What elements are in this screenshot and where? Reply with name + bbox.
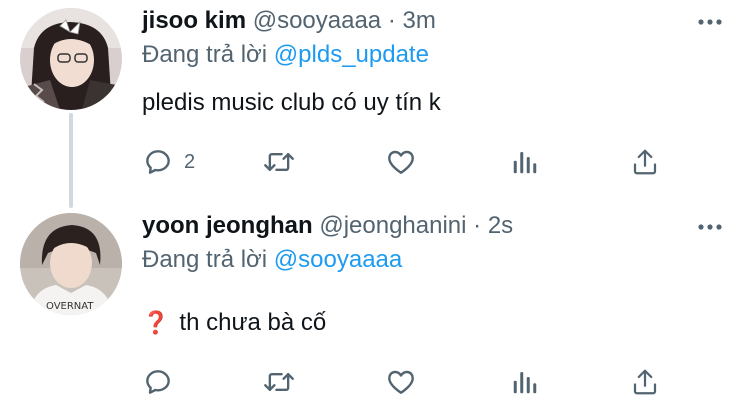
share-icon [633,149,657,175]
reply-button[interactable]: 2 [142,142,195,182]
mention-link[interactable]: @sooyaaaa [274,246,402,273]
avatar[interactable] [20,8,122,110]
reply-button[interactable] [142,362,184,402]
reply-icon [146,150,170,174]
tweet-header: yoon jeonghan @jeonghanini · 2s [142,211,690,241]
timestamp[interactable]: 2s [488,212,513,239]
analytics-button[interactable] [510,142,540,182]
tweet-header: jisoo kim @sooyaaaa · 3m [142,6,690,36]
reply-count: 2 [184,150,196,173]
like-icon [388,370,414,394]
tweet-text: ❓ th chưa bà cố [142,308,326,338]
tweet-text: pledis music club có uy tín k [142,88,441,118]
retweet-button[interactable] [262,362,296,402]
more-icon[interactable] [698,217,722,237]
stats-icon [513,372,537,394]
more-icon[interactable] [698,12,722,32]
user-handle[interactable]: @sooyaaaa [253,7,381,34]
replying-to-label: Đang trả lời [142,246,268,273]
tweet[interactable]: OVERNAT yoon jeonghan @jeonghanini · 2s … [0,205,750,420]
retweet-icon [264,372,294,392]
question-mark-emoji: ❓ [142,310,170,335]
share-button[interactable] [630,362,660,402]
mention-link[interactable]: @plds_update [274,41,429,68]
avatar[interactable]: OVERNAT [20,213,122,315]
tweet[interactable]: jisoo kim @sooyaaaa · 3m Đang trả lời @p… [0,0,750,205]
separator-dot: · [473,212,482,239]
separator-dot: · [387,7,396,34]
user-handle[interactable]: @jeonghanini [319,212,466,239]
display-name[interactable]: jisoo kim [142,7,246,34]
replying-to-line: Đang trả lời @sooyaaaa [142,245,402,275]
reply-icon [146,370,170,394]
share-icon [633,369,657,395]
svg-text:OVERNAT: OVERNAT [46,301,94,312]
tweet-actions: 2 [0,142,750,182]
retweet-button[interactable] [262,142,296,182]
tweet-text-content: pledis music club có uy tín k [142,89,441,116]
display-name[interactable]: yoon jeonghan [142,212,313,239]
tweet-actions [0,362,750,402]
like-button[interactable] [385,362,417,402]
analytics-button[interactable] [510,362,540,402]
tweet-text-content: th chưa bà cố [179,309,327,336]
like-icon [388,150,414,174]
share-button[interactable] [630,142,660,182]
replying-to-label: Đang trả lời [142,41,268,68]
timestamp[interactable]: 3m [403,7,436,34]
stats-icon [513,152,537,174]
like-button[interactable] [385,142,417,182]
replying-to-line: Đang trả lời @plds_update [142,40,429,70]
retweet-icon [264,152,294,172]
